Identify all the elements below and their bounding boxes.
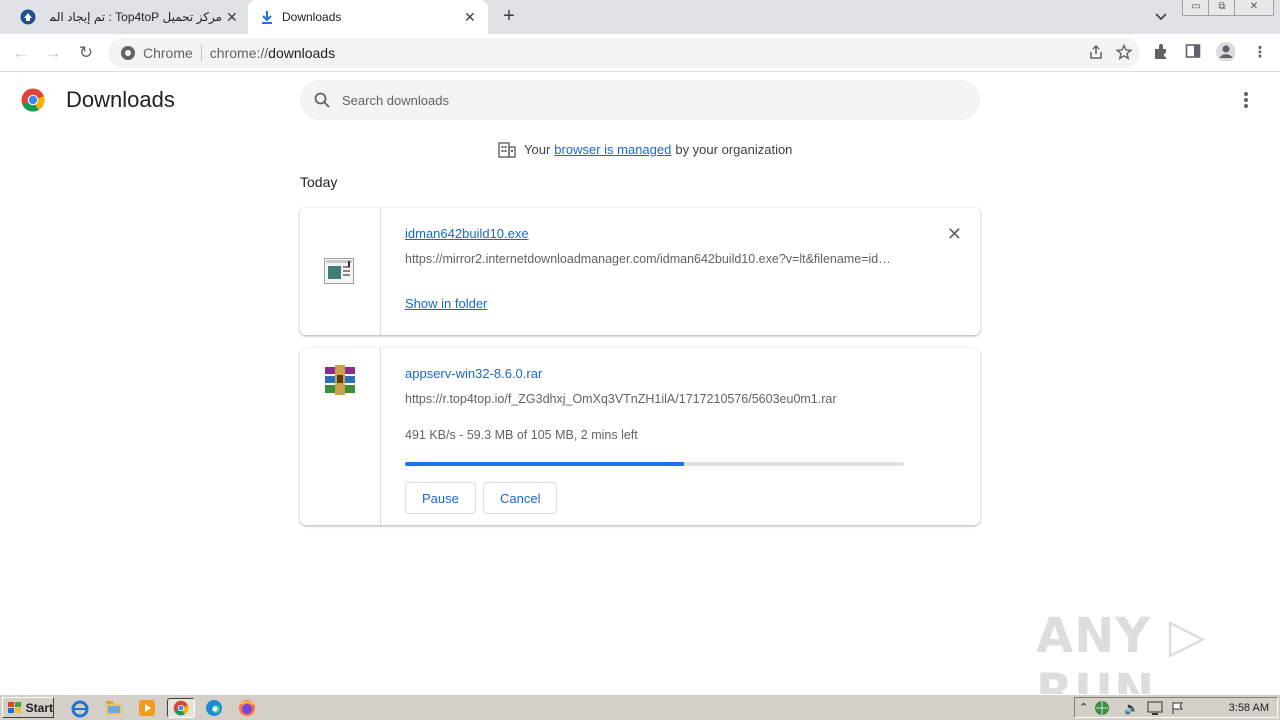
chevron-down-icon[interactable]	[1155, 13, 1167, 21]
file-icon-column	[300, 208, 381, 335]
tab-downloads[interactable]: Downloads ✕	[248, 0, 488, 34]
rar-archive-icon	[325, 365, 355, 395]
download-progress-fill	[405, 462, 685, 466]
date-section-label: Today	[300, 174, 338, 190]
extensions-icon[interactable]	[1152, 43, 1172, 63]
start-label: Start	[25, 700, 53, 715]
tab-title: Downloads	[282, 10, 342, 24]
search-icon	[314, 92, 330, 108]
download-filename-link[interactable]: appserv-win32-8.6.0.rar	[405, 366, 542, 381]
windows-logo-icon	[8, 701, 21, 713]
tab-close-icon[interactable]: ✕	[226, 9, 238, 26]
close-window-button[interactable]: ✕	[1234, 0, 1274, 16]
restore-button[interactable]: ⧉	[1208, 0, 1236, 16]
download-item: appserv-win32-8.6.0.rar https://r.top4to…	[300, 348, 980, 525]
profile-avatar-icon[interactable]	[1215, 41, 1235, 61]
download-source-url: https://mirror2.internetdownloadmanager.…	[405, 252, 900, 266]
reload-button[interactable]: ↻	[75, 42, 97, 64]
browser-menu-icon[interactable]: ⋮	[1250, 43, 1270, 63]
remove-download-icon[interactable]: ✕	[947, 224, 962, 245]
system-tray: ⌃ 🔈 3:58 AM	[1074, 697, 1278, 718]
volume-icon[interactable]: 🔈	[1124, 701, 1139, 715]
file-icon-column	[300, 348, 381, 525]
search-placeholder: Search downloads	[342, 92, 449, 108]
site-label: Chrome	[143, 45, 193, 61]
tab-strip: مركز تحميل Top4toP : تم إيجاد الملف ✕ Do…	[0, 0, 1280, 34]
display-icon[interactable]	[1147, 701, 1163, 715]
download-icon	[262, 11, 272, 24]
cancel-button[interactable]: Cancel	[483, 482, 558, 514]
pause-button[interactable]: Pause	[405, 482, 476, 514]
back-button[interactable]: ←	[10, 42, 32, 64]
side-panel-icon[interactable]	[1185, 43, 1205, 63]
building-icon	[498, 142, 516, 158]
download-item: idman642build10.exe https://mirror2.inte…	[300, 208, 980, 335]
omnibox-separator	[200, 45, 202, 61]
chrome-icon	[121, 46, 135, 60]
tab-top4top[interactable]: مركز تحميل Top4toP : تم إيجاد الملف ✕	[8, 0, 248, 34]
managed-notice: Your browser is managed by your organiza…	[498, 140, 792, 158]
show-in-folder-link[interactable]: Show in folder	[405, 296, 487, 311]
address-bar[interactable]: Chrome chrome://downloads	[108, 38, 1140, 68]
forward-button[interactable]: →	[42, 42, 64, 64]
start-button[interactable]: Start	[2, 697, 54, 718]
new-tab-button[interactable]: +	[498, 6, 520, 28]
edge-icon[interactable]	[204, 698, 224, 718]
url-path: downloads	[268, 45, 336, 61]
show-hidden-icons-icon[interactable]: ⌃	[1079, 701, 1088, 714]
bookmark-star-icon[interactable]	[1116, 44, 1132, 60]
search-downloads-field[interactable]: Search downloads	[300, 80, 980, 120]
more-actions-icon[interactable]	[1238, 90, 1254, 110]
url-text: chrome://downloads	[210, 45, 335, 61]
managed-suffix: by your organization	[675, 141, 793, 157]
share-icon[interactable]	[1088, 44, 1104, 60]
download-source-url: https://r.top4top.io/f_ZG3dhxj_OmXq3VTnZ…	[405, 392, 837, 406]
chrome-logo-icon	[21, 88, 45, 112]
tab-title: مركز تحميل Top4toP : تم إيجاد الملف	[50, 10, 222, 24]
site-favicon-icon	[20, 9, 36, 25]
url-scheme: chrome://	[209, 45, 269, 61]
download-status-text: 491 KB/s - 59.3 MB of 105 MB, 2 mins lef…	[405, 428, 638, 442]
internet-explorer-icon[interactable]	[70, 698, 90, 718]
firefox-icon[interactable]	[237, 698, 257, 718]
media-player-icon[interactable]	[137, 698, 157, 718]
browser-managed-link[interactable]: browser is managed	[554, 142, 671, 157]
file-explorer-icon[interactable]	[104, 698, 124, 718]
minimize-button[interactable]: ▭	[1182, 0, 1210, 16]
managed-prefix: Your	[524, 141, 551, 157]
tab-close-icon[interactable]: ✕	[464, 9, 476, 26]
network-globe-icon[interactable]	[1094, 700, 1110, 716]
exe-file-icon	[324, 258, 354, 284]
taskbar-clock[interactable]: 3:58 AM	[1229, 702, 1269, 714]
action-center-flag-icon[interactable]	[1171, 701, 1185, 715]
download-filename-link[interactable]: idman642build10.exe	[405, 226, 529, 241]
page-title: Downloads	[66, 87, 175, 112]
browser-toolbar: ← → ↻ Chrome chrome://downloads ⋮	[0, 34, 1280, 72]
chrome-taskbar-icon[interactable]	[167, 698, 195, 718]
windows-taskbar: Start ⌃ 🔈 3:58 AM	[0, 694, 1280, 720]
download-progress-bar	[405, 462, 904, 466]
